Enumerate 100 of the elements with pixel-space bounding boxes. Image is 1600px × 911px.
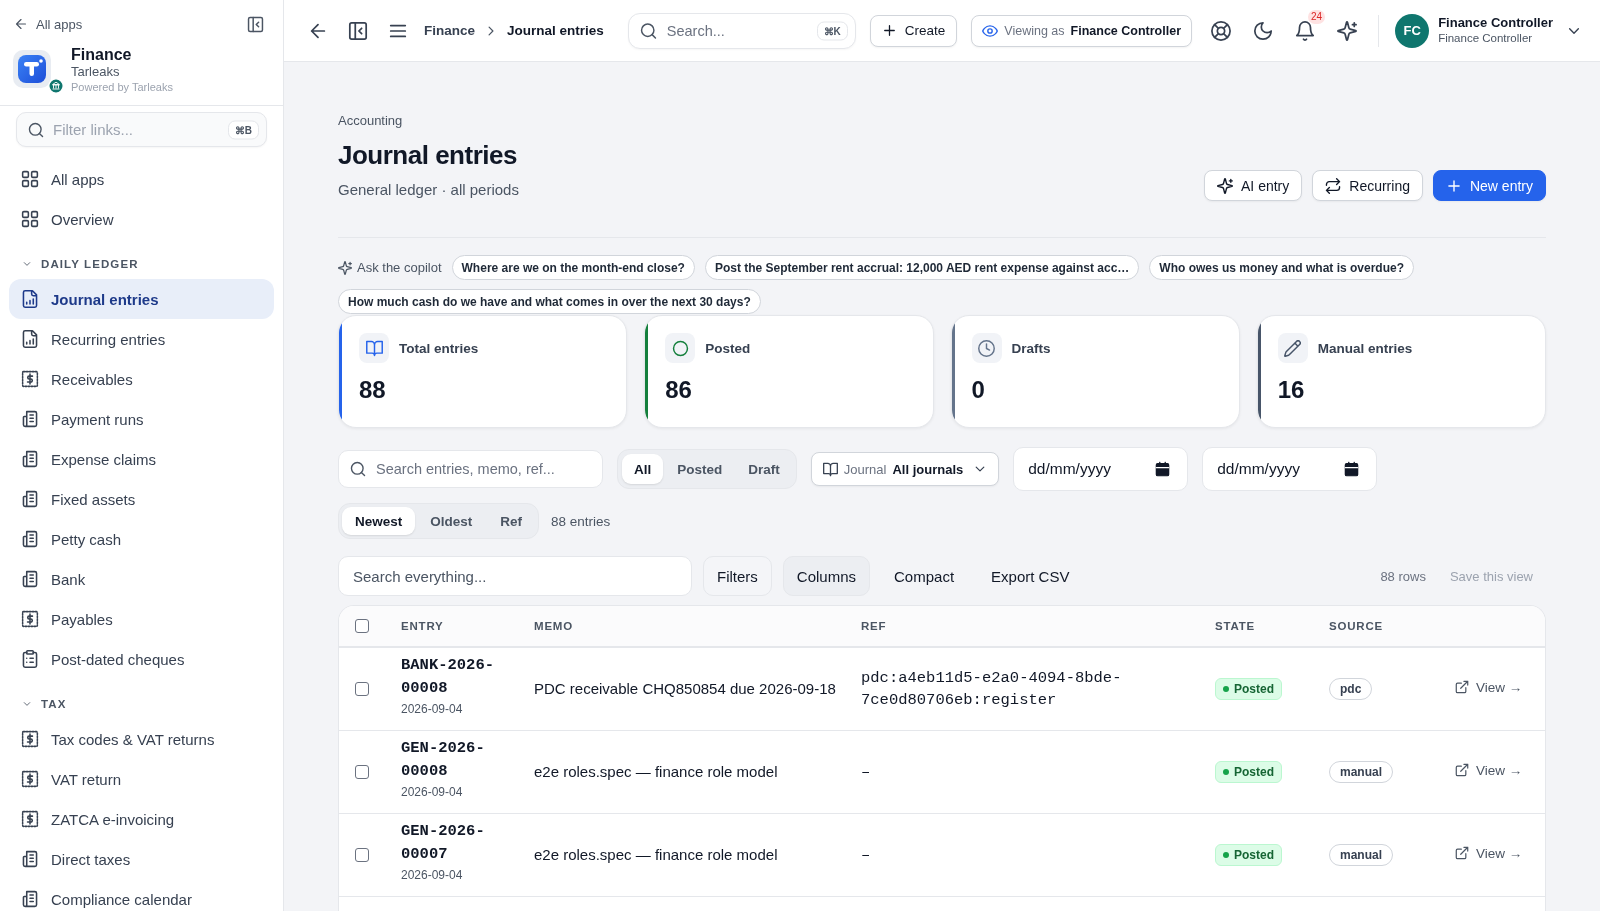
status-label: Posted xyxy=(1234,765,1274,779)
chart-document-icon xyxy=(21,330,39,348)
nav-item[interactable]: VAT return xyxy=(9,759,274,799)
view-link[interactable]: View → xyxy=(1455,762,1523,778)
filter-tab[interactable]: Posted xyxy=(665,454,735,484)
column-header: REF xyxy=(861,620,887,632)
arrow-left-icon xyxy=(14,17,28,31)
calendar-icon xyxy=(1155,461,1171,477)
nav-item[interactable]: Post-dated cheques xyxy=(9,639,274,679)
ref-cell: – xyxy=(861,846,871,864)
status-dot-icon xyxy=(1223,686,1229,692)
date-to-field[interactable]: dd/mm/yyyy xyxy=(1202,447,1378,491)
filter-tab[interactable]: All xyxy=(622,454,664,484)
row-checkbox[interactable] xyxy=(355,765,369,779)
status-dot-icon xyxy=(1223,852,1229,858)
calendar-icon xyxy=(1344,461,1360,477)
document-icon xyxy=(21,890,39,908)
ai-entry-button[interactable]: AI entry xyxy=(1204,170,1303,201)
row-checkbox[interactable] xyxy=(355,848,369,862)
nav-item[interactable]: Expense claims xyxy=(9,439,274,479)
grid-icon xyxy=(21,210,39,228)
document-icon xyxy=(21,570,39,588)
stat-label: Posted xyxy=(705,340,751,356)
external-link-icon xyxy=(1455,680,1469,695)
view-link[interactable]: View → xyxy=(1455,845,1523,861)
nav-item[interactable]: Overview xyxy=(9,199,274,239)
stat-label: Manual entries xyxy=(1317,340,1413,356)
view-link[interactable]: View → xyxy=(1455,679,1523,695)
prompt-chip[interactable]: Who owes us money and what is overdue? xyxy=(1149,255,1415,280)
collapse-sidebar-button[interactable] xyxy=(247,15,264,33)
chart-document-icon xyxy=(21,290,39,308)
viewing-as-button[interactable]: Viewing as Finance Controller xyxy=(971,14,1192,47)
eye-icon xyxy=(982,22,999,39)
section-toggle[interactable]: TAX xyxy=(9,689,67,719)
nav-item[interactable]: ZATCA e-invoicing xyxy=(9,799,274,839)
nav-item[interactable]: Tax codes & VAT returns xyxy=(9,719,274,759)
memo-cell: e2e roles.spec — finance role model xyxy=(534,846,778,863)
stat-value: 0 xyxy=(971,375,985,405)
toggle-sidebar-button[interactable] xyxy=(348,20,368,41)
new-entry-button[interactable]: New entry xyxy=(1432,170,1546,201)
journal-dropdown[interactable]: Journal All journals xyxy=(810,452,1000,486)
nav-item[interactable]: Payment runs xyxy=(9,399,274,439)
entries-search-field[interactable]: Search entries, memo, ref... xyxy=(338,450,603,488)
toolbar-button[interactable]: Export CSV xyxy=(978,556,1083,596)
sort-tab[interactable]: Ref xyxy=(487,507,536,535)
sort-tab[interactable]: Oldest xyxy=(417,507,486,535)
create-button[interactable]: Create xyxy=(869,14,958,47)
nav-item[interactable]: Fixed assets xyxy=(9,479,274,519)
sparkle-icon xyxy=(1217,177,1233,194)
search-everything-field[interactable]: Search everything... xyxy=(338,556,692,596)
nav-item[interactable]: Bank xyxy=(9,559,274,599)
filter-tab[interactable]: Draft xyxy=(736,454,792,484)
status-dot-icon xyxy=(1223,769,1229,775)
toolbar-button[interactable]: Compact xyxy=(881,556,968,596)
nav-item[interactable]: Receivables xyxy=(9,359,274,399)
dollar-receipt-icon xyxy=(21,770,39,788)
stat-label: Drafts xyxy=(1011,340,1051,356)
column-header: ENTRY xyxy=(401,620,444,632)
book-icon xyxy=(359,333,389,363)
nav-item[interactable]: Recurring entries xyxy=(9,319,274,359)
recurring-button[interactable]: Recurring xyxy=(1312,170,1423,201)
pencil-icon xyxy=(1277,333,1308,363)
plus-icon xyxy=(1445,177,1462,194)
nav-item[interactable]: Journal entries xyxy=(9,279,274,319)
back-link[interactable]: All apps xyxy=(14,16,83,32)
breadcrumb-link[interactable]: Finance xyxy=(424,23,475,38)
bell-icon xyxy=(1295,20,1315,41)
ref-cell: – xyxy=(861,763,871,781)
select-all-checkbox[interactable] xyxy=(355,619,369,633)
date-from-field[interactable]: dd/mm/yyyy xyxy=(1013,447,1189,491)
toolbar-button[interactable]: Filters xyxy=(703,556,772,596)
sort-tab[interactable]: Newest xyxy=(342,507,416,535)
section-toggle[interactable]: DAILY LEDGER xyxy=(9,249,139,279)
column-header: MEMO xyxy=(534,620,573,632)
prompt-chip[interactable]: Post the September rent accrual: 12,000 AED rent expense against acc… xyxy=(704,255,1140,280)
memo-cell: PDC receivable CHQ850854 due 2026-09-18 xyxy=(534,680,836,697)
chevron-down-icon xyxy=(22,699,32,709)
entry-date: 2026-09-04 xyxy=(401,867,464,884)
stat-label: Total entries xyxy=(399,340,479,356)
external-link-icon xyxy=(1455,846,1469,861)
breadcrumb-link[interactable]: Journal entries xyxy=(507,23,604,38)
nav-item[interactable]: Compliance calendar xyxy=(9,879,274,911)
user-menu-button[interactable]: FC Finance Controller Finance Controller xyxy=(1395,13,1582,48)
prompt-chip[interactable]: How much cash do we have and what comes in over the next 30 days? xyxy=(338,289,761,314)
bank-badge-icon xyxy=(48,78,64,94)
document-icon xyxy=(21,410,39,428)
ref-cell: pdc:a4eb11d5-e2a0-4094-8bde-7ce0d80706eb:register xyxy=(861,669,1122,709)
row-checkbox[interactable] xyxy=(355,682,369,696)
prompt-chip[interactable]: Where are we on the month-end close? xyxy=(451,255,695,280)
row-count: 88 rows xyxy=(1380,568,1426,584)
nav-item[interactable]: Payables xyxy=(9,599,274,639)
status-label: Posted xyxy=(1234,848,1274,862)
nav-item[interactable]: All apps xyxy=(9,159,274,199)
stat-value: 86 xyxy=(665,375,692,405)
grid-icon xyxy=(21,170,39,188)
user-avatar: FC xyxy=(1395,13,1430,48)
nav-item[interactable]: Direct taxes xyxy=(9,839,274,879)
toolbar-button[interactable]: Columns xyxy=(782,556,871,596)
nav-item[interactable]: Petty cash xyxy=(9,519,274,559)
page-eyebrow: Accounting xyxy=(338,112,403,130)
